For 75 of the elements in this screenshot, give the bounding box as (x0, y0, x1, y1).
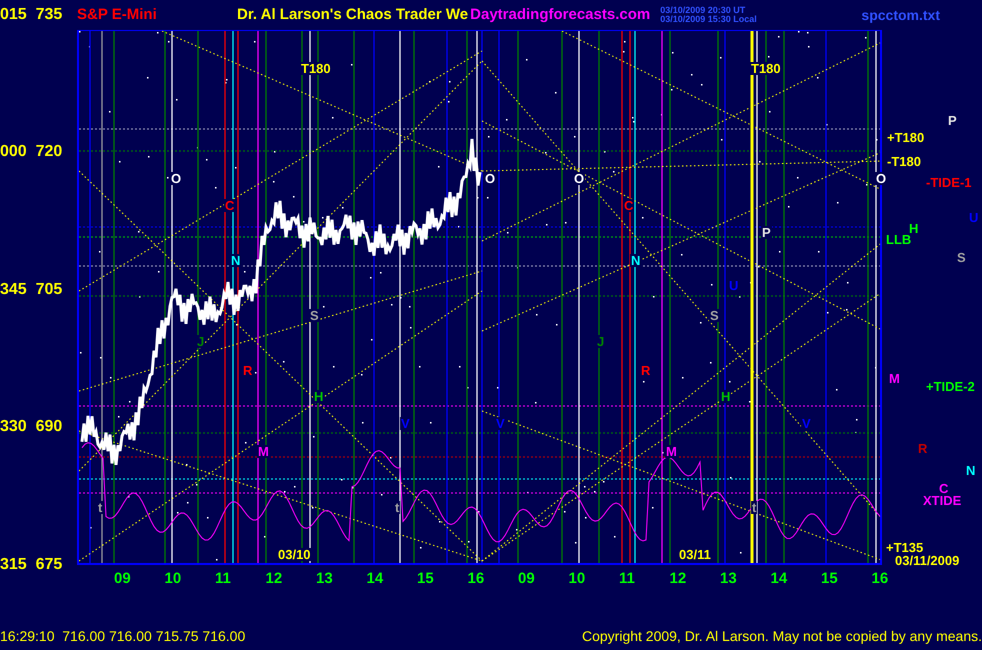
axis-label: 09 (518, 569, 535, 589)
chart-label: O (875, 172, 888, 185)
side-label: N (965, 464, 976, 477)
axis-label: 13 (720, 569, 737, 589)
side-label: LLB (885, 233, 912, 246)
chart-label: V (801, 417, 812, 430)
file-name: spcctom.txt (861, 6, 940, 25)
axis-label: 16 (468, 569, 484, 589)
chart-label: t (751, 501, 758, 514)
chart-label: J (196, 335, 206, 348)
chart-label: 03/11 (678, 548, 712, 561)
chart-label: S (709, 309, 720, 322)
axis-label: 13 (316, 569, 333, 589)
side-label: +T135 (885, 541, 924, 554)
chart-label: t (394, 501, 400, 514)
chart-title: Dr. Al Larson's Chaos Trader We (237, 4, 468, 25)
side-label: H (908, 222, 920, 235)
axis-label: 14 (770, 569, 788, 589)
axis-label: 315 675 (0, 554, 62, 574)
copyright-text: Copyright 2009, Dr. Al Larson. May not be copied by any means. (582, 627, 982, 646)
chart-label: C (224, 199, 236, 212)
chart-label: N (230, 254, 242, 267)
axis-label: 12 (670, 569, 686, 589)
axis-label: 11 (215, 569, 231, 589)
axis-label: 000 720 (0, 142, 62, 162)
chart-label: M (665, 445, 678, 458)
axis-label: 345 705 (0, 280, 62, 300)
chart-label: O (484, 172, 496, 185)
chart-label: V (495, 417, 506, 430)
chart-label: U (728, 279, 740, 292)
axis-label: 11 (619, 569, 635, 589)
axis-label: 10 (164, 569, 182, 589)
chart-label: H (313, 390, 324, 403)
chart-label: R (242, 364, 254, 377)
chart-label: P (761, 226, 772, 239)
chart-label: O (573, 172, 586, 185)
axis-label: 015 735 (0, 5, 64, 25)
chart-label: R (640, 364, 652, 377)
chart-label: V (400, 417, 411, 430)
chart-label: J (596, 335, 606, 348)
chart-label: M (257, 445, 270, 458)
side-label: 03/11/2009 (894, 554, 960, 567)
chart-label: S (309, 309, 320, 322)
price-quote: 16:29:10 716.00 716.00 715.75 716.00 (0, 627, 246, 646)
side-label: -TIDE-1 (925, 176, 972, 189)
timestamp: 03/10/2009 15:30 Local (660, 15, 757, 24)
chart-label: O (170, 172, 182, 185)
side-label: M (888, 372, 901, 385)
axis-label: 330 690 (0, 417, 62, 437)
side-label: +TIDE-2 (925, 380, 976, 393)
chart-label: T180 (300, 62, 332, 75)
side-label: C (938, 482, 950, 495)
axis-label: 10 (568, 569, 586, 589)
side-label: -T180 (886, 155, 922, 168)
chart-label: C (623, 199, 634, 212)
axis-label: 16 (872, 569, 888, 589)
side-label: P (947, 114, 958, 127)
axis-label: 12 (266, 569, 282, 589)
side-label: S (956, 251, 967, 264)
chart-label: t (97, 501, 104, 514)
timestamp: 03/10/2009 20:30 UT (660, 6, 746, 15)
site-name: Daytradingforecasts.com (470, 4, 650, 25)
chart-label: T180 (750, 62, 782, 75)
axis-label: 15 (417, 569, 434, 589)
side-label: XTIDE (922, 494, 962, 507)
chart-symbol: S&P E-Mini (77, 4, 158, 25)
side-label: R (917, 442, 928, 455)
side-label: +T180 (886, 131, 926, 144)
side-label: U (968, 211, 980, 224)
chart-label: N (630, 254, 642, 267)
axis-label: 15 (821, 569, 838, 589)
chart-label: H (720, 390, 732, 403)
chart-label: 03/10 (277, 548, 312, 561)
axis-label: 09 (114, 569, 131, 589)
axis-label: 14 (366, 569, 384, 589)
